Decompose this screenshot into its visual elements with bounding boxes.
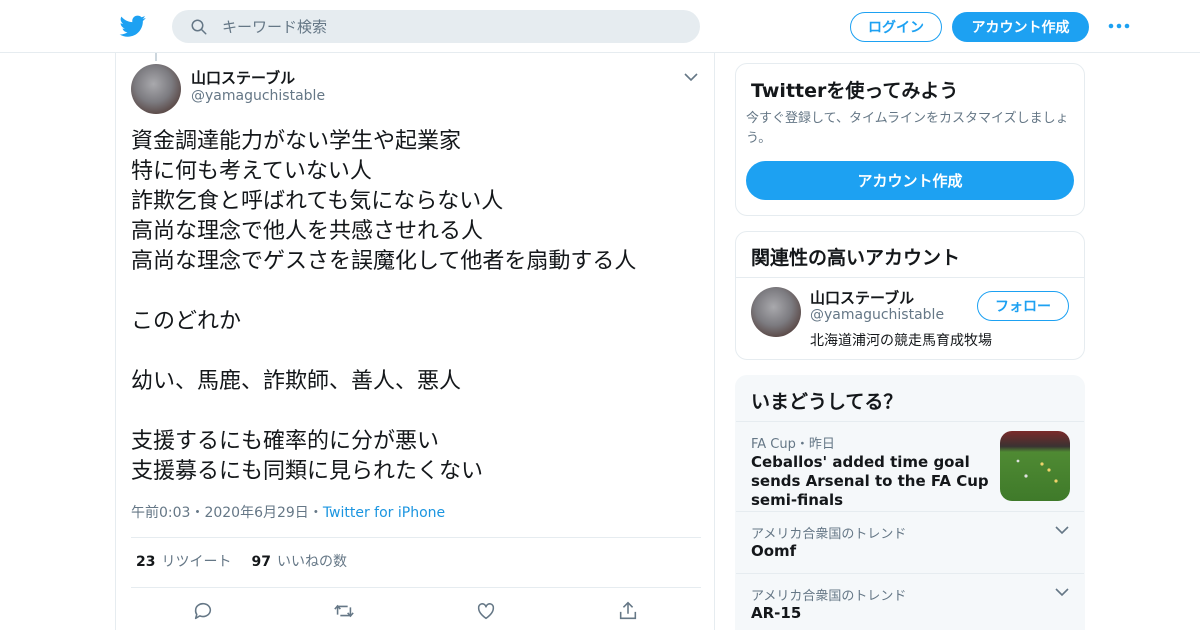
divider bbox=[736, 277, 1084, 278]
chevron-down-icon[interactable] bbox=[683, 71, 699, 83]
trend-item[interactable]: アメリカ合衆国のトレンド AR-15 bbox=[736, 573, 1084, 630]
author-avatar[interactable] bbox=[131, 64, 181, 114]
thread-connector-line bbox=[155, 53, 157, 61]
trend-item[interactable]: アメリカ合衆国のトレンド Oomf bbox=[736, 511, 1084, 573]
retweet-count: 23 bbox=[136, 554, 156, 570]
football-match-image bbox=[1016, 459, 1058, 483]
related-account-name[interactable]: 山口ステーブル bbox=[810, 287, 914, 308]
trend-meta: アメリカ合衆国のトレンド bbox=[751, 527, 907, 542]
like-icon[interactable] bbox=[475, 600, 497, 622]
tweet-date[interactable]: 2020年6月29日 bbox=[204, 505, 308, 521]
tweet-actions bbox=[116, 598, 716, 628]
signup-card-title: Twitterを使ってみよう bbox=[751, 80, 959, 102]
related-account-avatar[interactable] bbox=[751, 287, 801, 337]
trend-title: Oomf bbox=[751, 542, 797, 560]
retweet-label: リツイート bbox=[161, 554, 232, 570]
signup-prompt-card: Twitterを使ってみよう 今すぐ登録して、タイムラインをカスタマイズしましょ… bbox=[735, 63, 1085, 216]
trend-meta: アメリカ合衆国のトレンド bbox=[751, 589, 907, 604]
login-button[interactable]: ログイン bbox=[850, 12, 942, 42]
reply-icon[interactable] bbox=[192, 600, 214, 622]
signup-card-description: 今すぐ登録して、タイムラインをカスタマイズしましょう。 bbox=[746, 111, 1069, 146]
tweet-stats: 23 リツイート 97 いいねの数 bbox=[136, 551, 347, 571]
signup-card-button[interactable]: アカウント作成 bbox=[746, 161, 1074, 200]
search-input[interactable] bbox=[222, 10, 682, 43]
search-icon bbox=[191, 19, 207, 35]
trend-thumbnail bbox=[1000, 431, 1070, 501]
trend-title: Ceballos' added time goal sends Arsenal … bbox=[751, 453, 989, 509]
related-card-title: 関連性の高いアカウント bbox=[751, 247, 961, 269]
meta-separator: ・ bbox=[308, 505, 323, 521]
related-account-bio: 北海道浦河の競走馬育成牧場 bbox=[810, 333, 992, 349]
related-accounts-card: 関連性の高いアカウント 山口ステーブル @yamaguchistable 北海道… bbox=[735, 231, 1085, 360]
retweet-icon[interactable] bbox=[333, 600, 355, 622]
chevron-down-icon[interactable] bbox=[1055, 587, 1069, 597]
trend-item[interactable]: FA Cup・昨日 Ceballos' added time goal send… bbox=[736, 376, 1084, 511]
tweet-metadata: 午前0:03・2020年6月29日・Twitter for iPhone bbox=[131, 502, 445, 522]
like-count: 97 bbox=[251, 554, 271, 570]
retweet-stat[interactable]: 23 リツイート bbox=[136, 551, 231, 571]
author-name[interactable]: 山口ステーブル bbox=[191, 67, 295, 88]
search-box[interactable] bbox=[172, 10, 700, 43]
tweet-source-link[interactable]: Twitter for iPhone bbox=[323, 505, 445, 521]
twitter-bird-logo-icon[interactable] bbox=[119, 13, 147, 39]
trend-meta: FA Cup・昨日 bbox=[751, 437, 835, 452]
like-stat[interactable]: 97 いいねの数 bbox=[251, 551, 346, 571]
author-handle[interactable]: @yamaguchistable bbox=[191, 88, 325, 104]
divider bbox=[131, 537, 701, 538]
meta-separator: ・ bbox=[190, 505, 205, 521]
top-navigation-bar: ログイン アカウント作成 bbox=[0, 0, 1200, 53]
tweet-detail-panel: 山口ステーブル @yamaguchistable 資金調達能力がない学生や起業家… bbox=[115, 53, 715, 630]
tweet-text: 資金調達能力がない学生や起業家 特に何も考えていない人 詐欺乞食と呼ばれても気に… bbox=[131, 129, 637, 484]
tweet-time[interactable]: 午前0:03 bbox=[131, 505, 190, 521]
more-options-icon[interactable] bbox=[1107, 20, 1131, 32]
trend-title: AR-15 bbox=[751, 604, 802, 622]
follow-button[interactable]: フォロー bbox=[977, 291, 1069, 321]
divider bbox=[131, 587, 701, 588]
chevron-down-icon[interactable] bbox=[1055, 525, 1069, 535]
like-label: いいねの数 bbox=[276, 554, 347, 570]
share-icon[interactable] bbox=[617, 600, 639, 622]
trends-card: いまどうしてる？ FA Cup・昨日 Ceballos' added time … bbox=[735, 375, 1085, 630]
signup-button[interactable]: アカウント作成 bbox=[952, 12, 1089, 42]
related-account-handle[interactable]: @yamaguchistable bbox=[810, 307, 944, 323]
